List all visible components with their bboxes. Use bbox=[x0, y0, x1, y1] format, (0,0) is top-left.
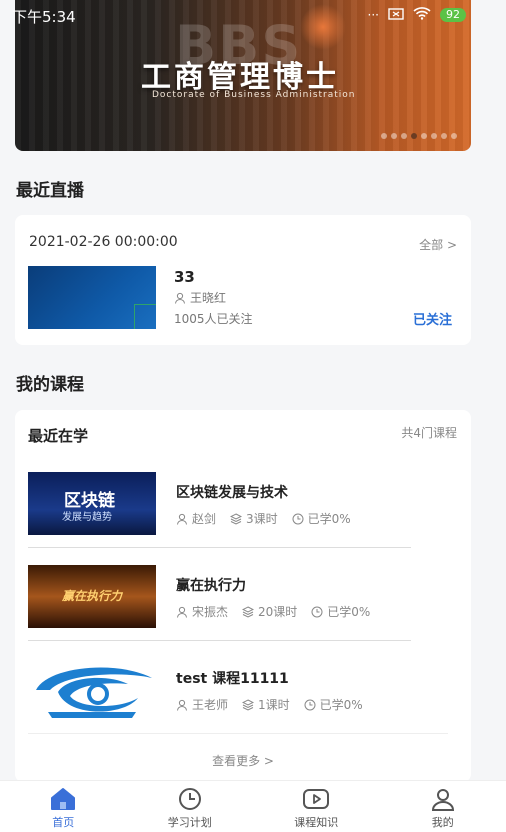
course-progress: 已学0% bbox=[319, 698, 363, 712]
course-item[interactable]: test 课程11111 王老师 1课时 已学0% bbox=[28, 648, 448, 734]
course-thumb-sub: 发展与趋势 bbox=[62, 512, 112, 523]
all-live-link[interactable]: 全部 > bbox=[419, 236, 457, 253]
divider bbox=[28, 547, 411, 548]
carousel-dot[interactable] bbox=[401, 133, 407, 139]
carousel-dot[interactable] bbox=[431, 133, 437, 139]
home-icon bbox=[51, 788, 76, 810]
course-name[interactable]: 赢在执行力 bbox=[176, 575, 246, 595]
tab-study-plan[interactable]: 学习计划 bbox=[127, 781, 254, 832]
course-name[interactable]: 区块链发展与技术 bbox=[176, 482, 288, 502]
course-lessons: 20课时 bbox=[258, 605, 298, 619]
banner-subtitle: Doctorate of Business Administration bbox=[152, 90, 356, 100]
carousel-indicator bbox=[381, 133, 457, 139]
sim-icon bbox=[388, 7, 404, 23]
status-bar: 下午5:34 ··· 92 bbox=[0, 0, 506, 30]
follow-button[interactable]: 已关注 bbox=[413, 309, 452, 328]
course-teacher: 宋振杰 bbox=[192, 605, 229, 619]
divider bbox=[28, 640, 411, 641]
wifi-icon bbox=[413, 7, 431, 23]
course-thumbnail[interactable]: 赢在执行力 bbox=[28, 565, 156, 628]
course-meta: 赵剑 3课时 已学0% bbox=[176, 510, 351, 527]
status-time: 下午5:34 bbox=[12, 8, 76, 26]
course-progress: 已学0% bbox=[327, 605, 371, 619]
view-more-link[interactable]: 查看更多 > bbox=[15, 752, 471, 769]
course-count: 共4门课程 bbox=[401, 426, 457, 440]
tab-me[interactable]: 我的 bbox=[380, 781, 506, 832]
more-dots-icon: ··· bbox=[367, 8, 379, 22]
carousel-dot[interactable] bbox=[441, 133, 447, 139]
layers-icon bbox=[242, 698, 255, 711]
course-progress: 已学0% bbox=[307, 512, 351, 526]
course-name[interactable]: test 课程11111 bbox=[176, 668, 289, 688]
carousel-dot[interactable] bbox=[381, 133, 387, 139]
course-item[interactable]: 区块链 发展与趋势 区块链发展与技术 赵剑 3课时 已学0% bbox=[28, 462, 411, 548]
tab-home[interactable]: 首页 bbox=[0, 781, 127, 832]
play-icon bbox=[303, 789, 330, 809]
course-lessons: 3课时 bbox=[246, 512, 278, 526]
course-thumb-title: 赢在执行力 bbox=[62, 589, 123, 603]
recent-learning-title: 最近在学 bbox=[28, 427, 89, 445]
tab-label: 首页 bbox=[52, 816, 75, 829]
live-card[interactable]: 2021-02-26 00:00:00 全部 > 33 王晓红 1005人已关注… bbox=[15, 215, 471, 345]
courses-card: 最近在学 共4门课程 区块链 发展与趋势 区块链发展与技术 赵剑 3课时 已学0… bbox=[15, 410, 471, 782]
course-meta: 宋振杰 20课时 已学0% bbox=[176, 603, 370, 620]
live-teacher: 王晓红 bbox=[174, 289, 226, 306]
carousel-dot-active[interactable] bbox=[411, 133, 417, 139]
course-teacher: 赵剑 bbox=[192, 512, 217, 526]
carousel-dot[interactable] bbox=[421, 133, 427, 139]
clock-icon bbox=[178, 788, 201, 810]
user-icon bbox=[177, 513, 187, 525]
carousel-dot[interactable] bbox=[391, 133, 397, 139]
tab-label: 学习计划 bbox=[167, 816, 212, 829]
section-title-live: 最近直播 bbox=[16, 181, 84, 201]
live-teacher-name: 王晓红 bbox=[190, 291, 227, 305]
layers-icon bbox=[230, 512, 243, 525]
live-date: 2021-02-26 00:00:00 bbox=[29, 234, 178, 250]
battery-indicator: 92 bbox=[440, 8, 466, 22]
live-name[interactable]: 33 bbox=[174, 268, 195, 286]
course-item[interactable]: 赢在执行力 赢在执行力 宋振杰 20课时 已学0% bbox=[28, 555, 411, 641]
live-followers: 1005人已关注 bbox=[174, 312, 253, 326]
bottom-tab-bar: 首页 学习计划 课程知识 我的 bbox=[0, 780, 506, 832]
progress-clock-icon bbox=[304, 699, 316, 710]
progress-clock-icon bbox=[311, 606, 323, 617]
tab-course-knowledge[interactable]: 课程知识 bbox=[253, 781, 380, 832]
user-icon bbox=[175, 292, 185, 304]
user-icon bbox=[177, 699, 187, 711]
course-thumbnail-logo[interactable] bbox=[28, 658, 156, 721]
course-meta: 王老师 1课时 已学0% bbox=[176, 696, 363, 713]
progress-clock-icon bbox=[292, 513, 304, 524]
course-teacher: 王老师 bbox=[192, 698, 229, 712]
divider bbox=[28, 733, 448, 734]
user-icon bbox=[177, 606, 187, 618]
layers-icon bbox=[242, 605, 255, 618]
section-title-courses: 我的课程 bbox=[16, 375, 84, 395]
tab-label: 课程知识 bbox=[294, 816, 339, 829]
status-icons: ··· 92 bbox=[368, 7, 466, 23]
tab-label: 我的 bbox=[431, 816, 454, 829]
user-icon bbox=[431, 789, 454, 811]
course-thumbnail[interactable]: 区块链 发展与趋势 bbox=[28, 472, 156, 535]
carousel-dot[interactable] bbox=[451, 133, 457, 139]
live-thumbnail[interactable] bbox=[28, 266, 156, 329]
course-lessons: 1课时 bbox=[258, 698, 290, 712]
